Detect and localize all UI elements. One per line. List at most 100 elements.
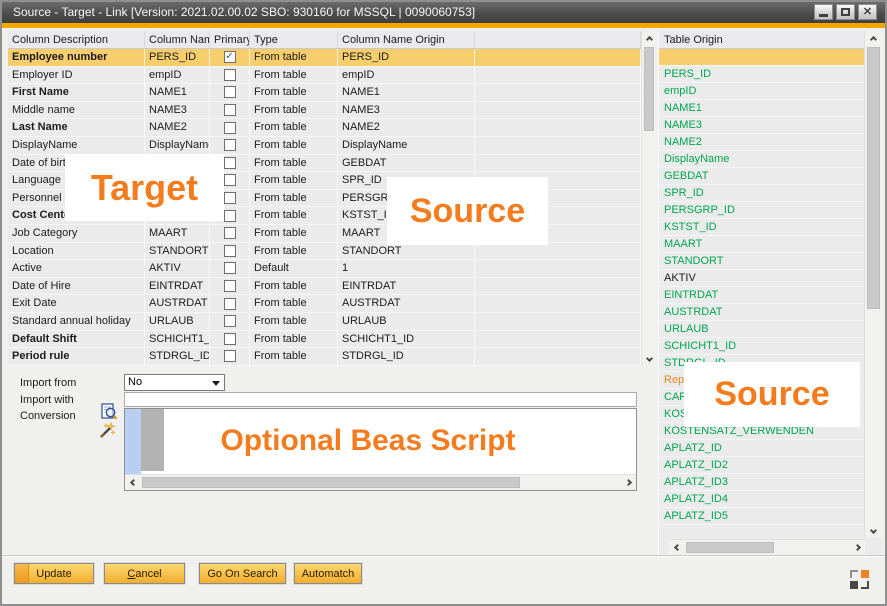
origin-list-item[interactable]: PERSGRP_ID	[659, 202, 865, 219]
table-row[interactable]: First NameNAME1From tableNAME1	[8, 84, 641, 102]
magic-wand-icon[interactable]	[98, 421, 116, 439]
cell-primary	[210, 84, 250, 101]
primary-checkbox[interactable]	[224, 69, 236, 81]
origin-list-item[interactable]: PERS_ID	[659, 66, 865, 83]
primary-checkbox[interactable]	[224, 280, 236, 292]
scrollbar-thumb[interactable]	[644, 47, 654, 131]
origin-list-item[interactable]: APLATZ_ID2	[659, 457, 865, 474]
cell-filler	[475, 155, 641, 172]
scroll-right-arrow[interactable]	[621, 475, 635, 490]
origin-list-item[interactable]: KSTST_ID	[659, 219, 865, 236]
update-button[interactable]: Update	[14, 563, 94, 584]
primary-checkbox[interactable]	[224, 86, 236, 98]
primary-checkbox[interactable]	[224, 315, 236, 327]
origin-list-item[interactable]: APLATZ_ID3	[659, 474, 865, 491]
origin-list-item[interactable]: AKTIV	[659, 270, 865, 287]
scroll-right-arrow[interactable]	[850, 540, 864, 555]
minimize-button[interactable]	[814, 4, 833, 20]
cell-filler	[475, 295, 641, 312]
table-row[interactable]: Default ShiftSCHICHT1_IDFrom tableSCHICH…	[8, 331, 641, 349]
primary-checkbox[interactable]	[224, 174, 236, 186]
origin-list-item[interactable]: URLAUB	[659, 321, 865, 338]
editor-horizontal-scrollbar[interactable]	[125, 474, 636, 490]
primary-checkbox[interactable]	[224, 333, 236, 345]
primary-checkbox[interactable]	[224, 139, 236, 151]
table-row[interactable]: Last NameNAME2From tableNAME2	[8, 119, 641, 137]
origin-list-item[interactable]: APLATZ_ID	[659, 440, 865, 457]
origin-list-item[interactable]: STANDORT	[659, 253, 865, 270]
origin-list-item[interactable]: SCHICHT1_ID	[659, 338, 865, 355]
column-header-name[interactable]: Column Name	[145, 31, 210, 48]
origin-list-item[interactable]	[659, 49, 865, 66]
origin-list-item[interactable]: APLATZ_ID5	[659, 508, 865, 525]
cell-type: From table	[250, 102, 338, 119]
cell-type: From table	[250, 155, 338, 172]
table-row[interactable]: Standard annual holidayURLAUBFrom tableU…	[8, 313, 641, 331]
table-row[interactable]: LocationSTANDORTFrom tableSTANDORT	[8, 243, 641, 261]
origin-list-item[interactable]: SPR_ID	[659, 185, 865, 202]
chevron-up-icon	[870, 35, 877, 42]
close-button[interactable]: ✕	[858, 4, 877, 20]
cell-type: From table	[250, 207, 338, 224]
origin-vertical-scrollbar[interactable]	[864, 31, 882, 538]
origin-list-item[interactable]: MAART	[659, 236, 865, 253]
origin-panel-header[interactable]: Table Origin	[659, 31, 865, 49]
scroll-up-arrow[interactable]	[865, 32, 882, 46]
import-with-input[interactable]	[124, 392, 637, 407]
column-header-type[interactable]: Type	[250, 31, 338, 48]
table-row[interactable]: Employee numberPERS_ID✓From tablePERS_ID	[8, 49, 641, 67]
primary-checkbox[interactable]	[224, 298, 236, 310]
primary-checkbox[interactable]	[224, 227, 236, 239]
chevron-left-icon	[673, 544, 680, 551]
scroll-up-arrow[interactable]	[642, 32, 656, 46]
primary-checkbox[interactable]: ✓	[224, 51, 236, 63]
maximize-button[interactable]	[836, 4, 855, 20]
chevron-down-icon	[645, 354, 652, 361]
table-row[interactable]: Period ruleSTDRGL_IDFrom tableSTDRGL_ID	[8, 348, 641, 366]
table-row[interactable]: Employer IDempIDFrom tableempID	[8, 67, 641, 85]
origin-list-item[interactable]: DisplayName	[659, 151, 865, 168]
grip-corner	[850, 570, 858, 578]
primary-checkbox[interactable]	[224, 122, 236, 134]
table-row[interactable]: ActiveAKTIVDefault1	[8, 260, 641, 278]
origin-list-item[interactable]: AUSTRDAT	[659, 304, 865, 321]
table-row[interactable]: Exit DateAUSTRDATFrom tableAUSTRDAT	[8, 295, 641, 313]
preview-document-icon[interactable]	[100, 403, 118, 421]
origin-list-item[interactable]: NAME1	[659, 100, 865, 117]
column-header-primary[interactable]: Primary	[210, 31, 250, 48]
cell-type: From table	[250, 348, 338, 365]
primary-checkbox[interactable]	[224, 350, 236, 362]
column-header-origin[interactable]: Column Name Origin	[338, 31, 475, 48]
scroll-left-arrow[interactable]	[670, 540, 684, 555]
go-on-search-button[interactable]: Go On Search	[199, 563, 286, 584]
origin-list-item[interactable]: NAME3	[659, 117, 865, 134]
primary-checkbox[interactable]	[224, 192, 236, 204]
scrollbar-thumb[interactable]	[686, 542, 774, 553]
scroll-left-arrow[interactable]	[126, 475, 140, 490]
table-vertical-scrollbar[interactable]	[641, 31, 656, 366]
table-row[interactable]: Date of HireEINTRDATFrom tableEINTRDAT	[8, 278, 641, 296]
scroll-down-arrow[interactable]	[865, 523, 882, 537]
origin-list-item[interactable]: GEBDAT	[659, 168, 865, 185]
table-row[interactable]: Middle nameNAME3From tableNAME3	[8, 102, 641, 120]
column-header-description[interactable]: Column Description	[8, 31, 145, 48]
scroll-down-arrow[interactable]	[642, 351, 656, 365]
scrollbar-thumb[interactable]	[867, 47, 880, 309]
origin-horizontal-scrollbar[interactable]	[669, 539, 865, 555]
origin-list-item[interactable]: EINTRDAT	[659, 287, 865, 304]
automatch-button[interactable]: Automatch	[294, 563, 362, 584]
primary-checkbox[interactable]	[224, 245, 236, 257]
table-row[interactable]: DisplayNameDisplayNameFrom tableDisplayN…	[8, 137, 641, 155]
cell-column-name: AKTIV	[145, 260, 210, 277]
origin-list-item[interactable]: empID	[659, 83, 865, 100]
primary-checkbox[interactable]	[224, 210, 236, 222]
resize-grip-icon[interactable]	[850, 570, 869, 589]
primary-checkbox[interactable]	[224, 262, 236, 274]
origin-list-item[interactable]: APLATZ_ID4	[659, 491, 865, 508]
scrollbar-thumb[interactable]	[142, 477, 520, 488]
import-from-select[interactable]: No	[124, 374, 225, 391]
primary-checkbox[interactable]	[224, 157, 236, 169]
primary-checkbox[interactable]	[224, 104, 236, 116]
origin-list-item[interactable]: NAME2	[659, 134, 865, 151]
cancel-button[interactable]: Cancel	[104, 563, 185, 584]
